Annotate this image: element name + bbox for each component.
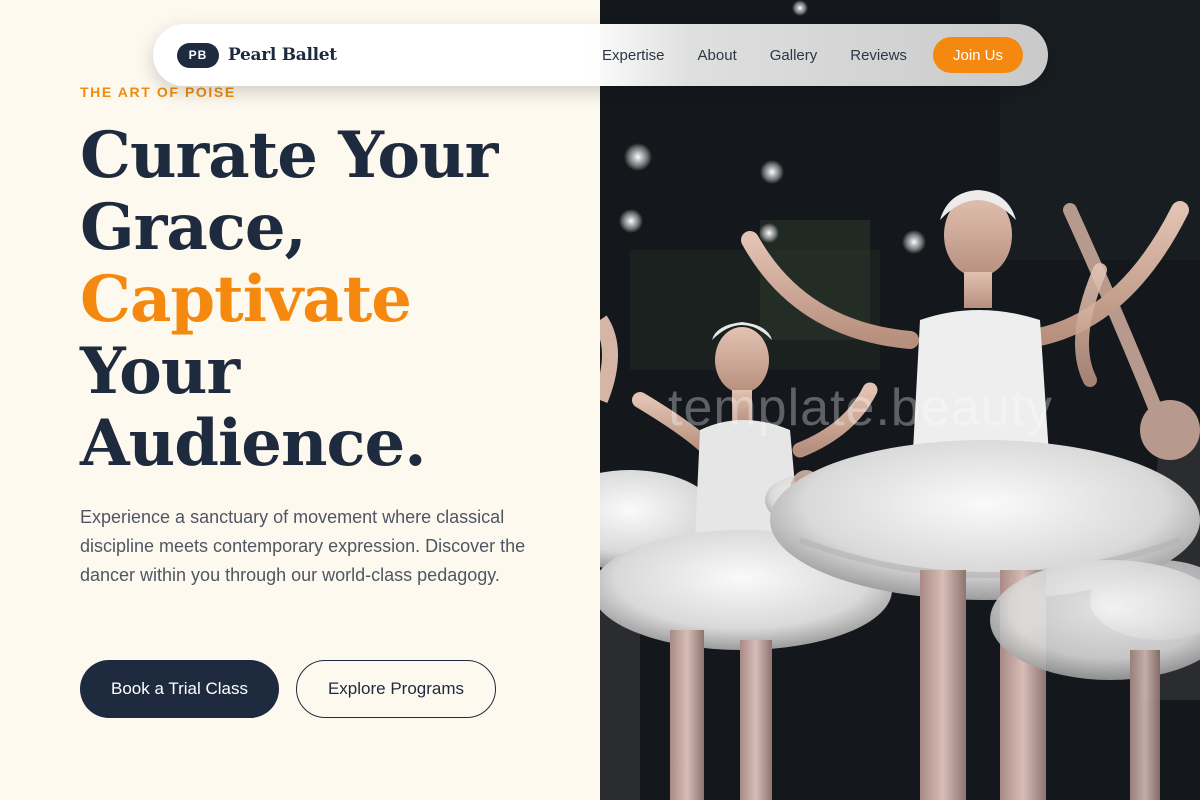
headline-line-1: Curate Your <box>80 118 498 193</box>
explore-programs-button[interactable]: Explore Programs <box>296 660 496 718</box>
logo-badge: PB <box>177 42 219 68</box>
book-trial-button[interactable]: Book a Trial Class <box>80 660 279 718</box>
top-navigation: PB Pearl Ballet Expertise About Gallery … <box>153 24 1048 86</box>
headline-accent: Captivate <box>80 262 412 337</box>
nav-link-gallery[interactable]: Gallery <box>770 47 818 64</box>
join-us-button[interactable]: Join Us <box>933 37 1023 73</box>
nav-link-reviews[interactable]: Reviews <box>850 47 907 64</box>
nav-links: Expertise About Gallery Reviews <box>602 24 940 86</box>
brand-name: Pearl Ballet <box>228 45 337 65</box>
ballet-dancers-illustration <box>600 0 1200 800</box>
headline-line-2: Grace, <box>80 190 307 265</box>
hero-description: Experience a sanctuary of movement where… <box>80 507 526 585</box>
brand-logo[interactable]: PB Pearl Ballet <box>177 42 337 68</box>
hero-content: THE ART OF POISE Curate Your Grace, Capt… <box>0 0 600 800</box>
headline-line-4: Your <box>80 334 240 409</box>
hero-cta-row: Book a Trial Class Explore Programs <box>80 660 496 718</box>
hero-eyebrow: THE ART OF POISE <box>80 84 236 100</box>
nav-link-about[interactable]: About <box>698 47 737 64</box>
nav-link-expertise[interactable]: Expertise <box>602 47 665 64</box>
headline-line-5: Audience. <box>80 406 426 481</box>
hero-ballet-image <box>600 0 1200 800</box>
hero-headline: Curate Your Grace, Captivate Your Audien… <box>80 120 580 480</box>
